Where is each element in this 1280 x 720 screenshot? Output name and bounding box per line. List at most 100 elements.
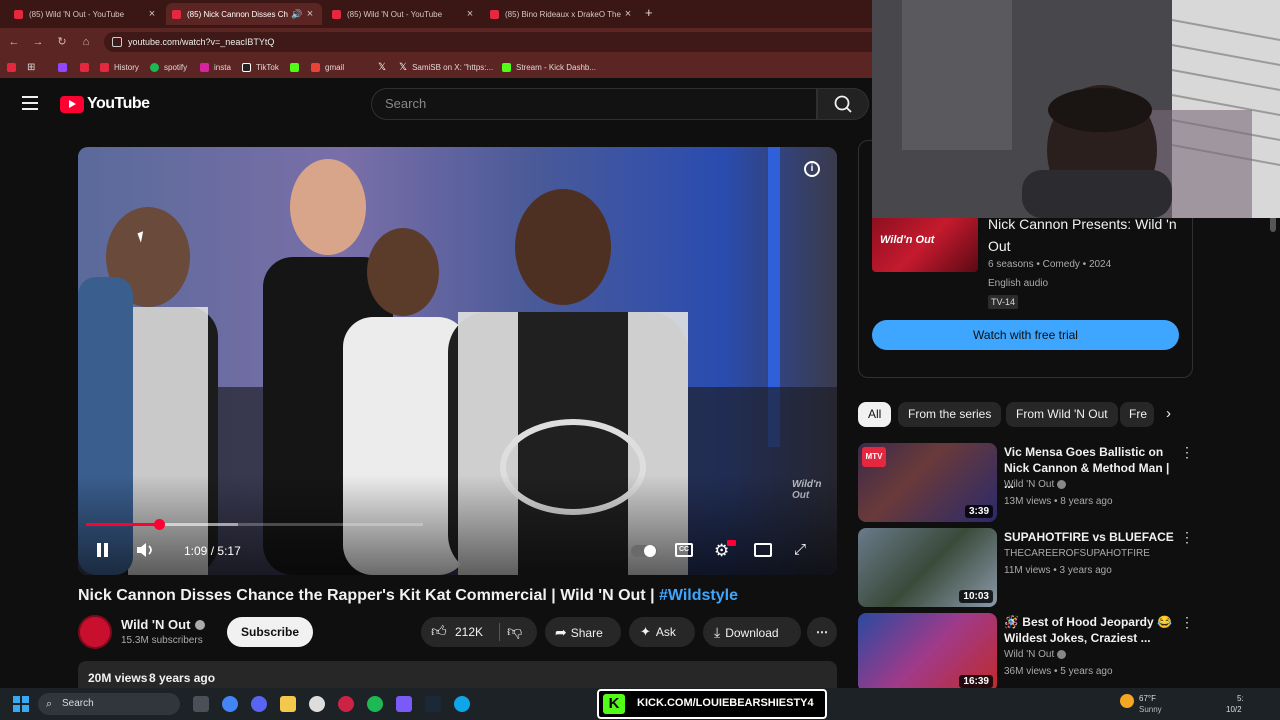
view-count: 20M views [88,671,148,685]
app-icon[interactable] [338,696,354,712]
series-thumb-logo: Wild'n Out [880,234,935,246]
bookmark-insta[interactable]: insta [200,61,231,73]
menu-icon[interactable] [22,96,38,110]
spotify-icon[interactable] [367,696,383,712]
tab-label: (85) Nick Cannon Disses Ch [187,9,288,19]
file-explorer-icon[interactable] [280,696,296,712]
obs-icon[interactable] [309,696,325,712]
video-player[interactable]: i Wild'n Out 1:09 / 5:17 CC ⚙ ⤢ [78,147,837,575]
bookmark-spotify[interactable]: spotify [150,61,187,73]
pause-icon[interactable] [96,543,110,559]
gamepad-icon[interactable] [396,696,412,712]
share-button[interactable]: ➦ Share [545,617,621,647]
youtube-logo[interactable]: YouTube [60,95,150,113]
recommendation-item[interactable]: 16:39 🪅 Best of Hood Jeopardy 😂 Wildest … [858,613,1194,692]
browser-tab[interactable]: (85) Wild 'N Out - YouTube × [326,3,482,25]
captions-icon[interactable]: CC [675,543,693,557]
more-vert-icon[interactable]: ⋮ [1180,614,1194,631]
bookmark-x[interactable]: 𝕏 [378,61,386,73]
reload-icon[interactable]: ↻ [54,34,70,50]
bookmark-label: insta [214,62,231,72]
series-title[interactable]: Nick Cannon Presents: Wild 'n Out [988,213,1178,257]
thumbs-down-icon[interactable]: 👎︎ [507,617,522,647]
chevron-right-icon[interactable]: › [1166,405,1171,422]
info-icon[interactable]: i [804,161,820,177]
discord-icon[interactable] [251,696,267,712]
search-button[interactable] [817,88,869,120]
video-hashtag[interactable]: #Wildstyle [659,587,738,604]
subscribe-button[interactable]: Subscribe [227,617,314,647]
bookmark-gmail[interactable]: gmail [311,61,344,73]
time-display: 1:09 / 5:17 [184,544,241,558]
like-count[interactable]: 212K [455,617,483,647]
url-bar[interactable]: youtube.com/watch?v=_neacIBTYtQ [104,32,1004,52]
more-vert-icon[interactable]: ⋮ [1180,529,1194,546]
more-vert-icon[interactable]: ⋮ [1180,444,1194,461]
progress-bar [86,523,160,526]
rec-meta: 13M views • 8 years ago [1004,496,1113,507]
fullscreen-icon[interactable]: ⤢ [794,541,806,558]
watch-free-trial-button[interactable]: Watch with free trial [872,320,1179,350]
thumbs-up-icon[interactable]: 👍︎ [431,617,447,647]
close-tab-icon[interactable]: × [622,8,634,20]
series-thumbnail[interactable]: Wild'n Out [872,214,978,272]
new-tab-button[interactable]: + [645,5,653,20]
edge-icon[interactable] [454,696,470,712]
bookmark-label: Stream - Kick Dashb... [516,62,597,72]
taskbar-search[interactable]: ⌕ Search [38,693,180,715]
chip-all[interactable]: All [858,402,892,427]
more-actions-icon[interactable]: ⋯ [807,617,837,647]
weather-sun-icon[interactable] [1120,694,1134,708]
close-tab-icon[interactable]: × [304,8,316,20]
browser-tab[interactable]: (85) Bino Rideaux x DrakeO The × [484,3,640,25]
kick-icon [290,62,299,72]
home-icon[interactable]: ⌂ [78,34,94,50]
bookmark-kick[interactable] [290,61,304,73]
channel-name[interactable]: Wild 'N Out [121,617,206,632]
back-icon[interactable]: ← [6,34,22,50]
close-tab-icon[interactable]: × [464,8,476,20]
volume-icon[interactable] [136,542,156,563]
rec-channel: Wild 'N Out [1004,649,1067,660]
description-box[interactable]: 20M views 8 years ago [78,661,837,688]
theater-mode-icon[interactable] [754,543,772,557]
windows-start-icon[interactable] [13,696,29,712]
task-view-icon[interactable] [193,696,209,712]
bookmark-icon[interactable] [7,61,21,73]
ask-button[interactable]: ✦ Ask [629,617,695,647]
apps-grid-icon[interactable]: ⊞ [27,61,35,73]
search-placeholder: Search [385,96,427,111]
forward-icon[interactable]: → [30,34,46,50]
youtube-favicon-icon [172,9,181,19]
bookmark-tiktok[interactable]: TikTok [242,61,279,73]
bookmark-kick-dashboard[interactable]: Stream - Kick Dashb... [502,61,596,73]
tab-label: (85) Bino Rideaux x DrakeO The [505,9,621,19]
rec-title: 🪅 Best of Hood Jeopardy 😂 Wildest Jokes,… [1004,615,1172,645]
bookmark-samisb[interactable]: 𝕏 SamiSB on X: "https:... [399,61,493,73]
chip-from-channel[interactable]: From Wild 'N Out [1006,402,1118,427]
tiktok-icon [242,62,251,72]
channel-avatar[interactable] [78,615,112,649]
browser-tab-active[interactable]: (85) Nick Cannon Disses Ch 🔊 × [166,3,322,25]
recommendation-item[interactable]: 10:03 SUPAHOTFIRE vs BLUEFACE THECAREERO… [858,528,1194,607]
duration: 5:17 [217,544,241,558]
recommendation-item[interactable]: MTV 3:39 Vic Mensa Goes Ballistic on Nic… [858,443,1194,522]
bookmark-history[interactable]: History [100,61,139,73]
close-tab-icon[interactable]: × [146,8,158,20]
browser-tab[interactable]: (85) Wild 'N Out - YouTube × [8,3,164,25]
chip-free[interactable]: Fre [1120,402,1154,427]
rec-title: SUPAHOTFIRE vs BLUEFACE [1004,530,1174,544]
weather-temp: 67°F [1139,694,1156,703]
steam-icon[interactable] [425,696,441,712]
search-icon [834,95,852,113]
twitch-bookmark-icon[interactable] [58,61,72,73]
weather-desc: Sunny [1139,705,1162,714]
chrome-icon[interactable] [222,696,238,712]
youtube-bookmark-icon[interactable] [80,61,94,73]
chip-from-series[interactable]: From the series [898,402,1002,427]
download-button[interactable]: ⤓ Download [703,617,801,647]
search-input[interactable]: Search [371,88,817,120]
autoplay-toggle[interactable] [631,545,657,557]
speaker-icon[interactable]: 🔊 [290,9,304,20]
site-info-icon[interactable] [112,37,122,47]
